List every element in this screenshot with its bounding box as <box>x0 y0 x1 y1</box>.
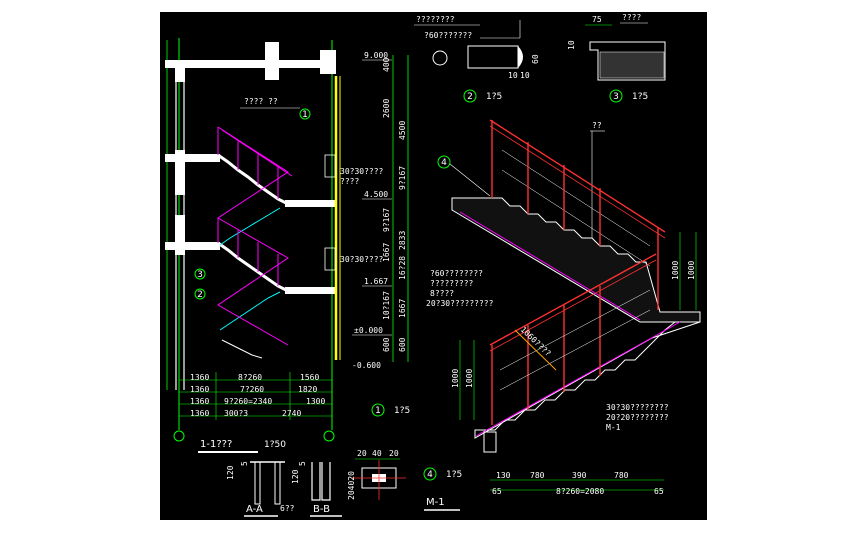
column-top <box>265 42 279 80</box>
callout-bubble-top-number: 1 <box>302 110 308 120</box>
plan-row-1-left: 1360 <box>190 373 209 382</box>
vdim-600-b: 600 <box>398 337 407 352</box>
iso-bdim-3: 390 <box>572 471 587 480</box>
plan-row-2-right: 1820 <box>298 385 317 394</box>
vdim-4500: 4500 <box>398 121 407 140</box>
iso-bdim-end-left: 65 <box>492 487 502 496</box>
vdim-2600: 2600 <box>382 99 391 118</box>
d3-label: ???? <box>622 13 641 22</box>
vdim-600-a: 600 <box>382 337 391 352</box>
bb-label: B-B <box>313 504 330 515</box>
plan-row-4-mid: 300?3 <box>224 409 248 418</box>
vdim-9167-a: 9?167 <box>398 166 407 190</box>
bb-dim-120: 120 <box>291 469 300 484</box>
iso-hdim-4: 1000 <box>465 369 474 388</box>
vdim-400: 400 <box>382 57 391 72</box>
iso-bdim-4: 780 <box>614 471 629 480</box>
iso-note-right-2: 20?20???????? <box>606 413 669 422</box>
plan-row-2-left: 1360 <box>190 385 209 394</box>
iso-note-left-3: 8???? <box>430 289 454 298</box>
vdim-2833: 2833 <box>398 231 407 250</box>
detail4-number: 4 <box>427 470 433 480</box>
vdim-10167: 10?167 <box>382 291 391 320</box>
plan-row-3-mid: 9?260=2340 <box>224 397 272 406</box>
column-top-right <box>320 50 336 74</box>
iso-note-right-3: M-1 <box>606 423 621 432</box>
detail2-scale: 1?5 <box>486 92 502 102</box>
plan-row-2-mid: 7?260 <box>240 385 264 394</box>
iso-note-left-1: ?60???????? <box>430 269 483 278</box>
d4-dim-1: 20 <box>357 449 367 458</box>
elevation-4500: 4.500 <box>364 190 388 199</box>
d2-dim-1: 10 <box>508 71 518 80</box>
iso-note-left-4: 20?30????????? <box>426 299 494 308</box>
slab-2 <box>285 200 335 207</box>
iso-note-right-1: 30?30???????? <box>606 403 669 412</box>
plan-row-3-left: 1360 <box>190 397 209 406</box>
aa-sublabel: 6?? <box>280 504 295 513</box>
detail1-scale: 1?5 <box>394 406 410 416</box>
plan-row-1-mid: 8?260 <box>238 373 262 382</box>
m1-title: M-1 <box>426 497 445 508</box>
iso-bdim-end-right: 65 <box>654 487 664 496</box>
vdim-1667-a: 1667 <box>382 243 391 262</box>
d2-dim-2: 10 <box>520 71 530 80</box>
section-scale: 1?50 <box>264 440 286 450</box>
iso-note-left-2: ????????? <box>430 279 474 288</box>
d3-hatch <box>599 51 665 79</box>
callout-upper-line2: ???? <box>340 177 359 186</box>
wall-top-left <box>175 62 185 82</box>
section-title: 1-1??? <box>200 439 232 450</box>
iso-bdim-2: 780 <box>530 471 545 480</box>
iso-hdim-1: 1000 <box>671 261 680 280</box>
vdim-9167-b: 9?167 <box>382 208 391 232</box>
d2-title: ???????? <box>416 15 455 24</box>
cad-drawing: 1 ???? ?? 3 2 30?30???? ???? 30?30???? 9… <box>160 12 707 520</box>
d4-side-dims: 204020 <box>347 471 356 500</box>
detail3-scale: 1?5 <box>632 92 648 102</box>
d3-dim-side: 10 <box>567 40 576 50</box>
d4-dim-3: 20 <box>389 449 399 458</box>
elevation-1667: 1.667 <box>364 277 388 286</box>
callout-lower-label: 30?30???? <box>340 255 384 264</box>
aa-dim-5: 5 <box>240 461 249 466</box>
detail1-number: 1 <box>375 406 381 416</box>
callout-upper-line1: 30?30???? <box>340 167 384 176</box>
bb-dim-5: 5 <box>298 461 307 466</box>
detail2-number: 2 <box>467 92 473 102</box>
vdim-1667-b: 1667 <box>398 299 407 318</box>
plan-row-1-right: 1560 <box>300 373 319 382</box>
iso-bdim-1: 130 <box>496 471 511 480</box>
d2-dim-3: 60 <box>531 54 540 64</box>
vdim-1628: 16?28 <box>398 256 407 280</box>
iso-mark-top: ?? <box>592 121 602 130</box>
slab-3 <box>285 287 335 294</box>
detail4-scale: 1?5 <box>446 470 462 480</box>
aa-dim-120: 120 <box>226 465 235 480</box>
plan-row-4-right: 2740 <box>282 409 301 418</box>
slab-top <box>165 60 335 68</box>
callout-bubble-3-number: 3 <box>197 270 203 280</box>
d3-dim-top: 75 <box>592 15 602 24</box>
d4-dim-2: 40 <box>372 449 382 458</box>
landing-1 <box>165 154 220 162</box>
d2-label: ?60??????? <box>424 31 472 40</box>
iso-hdim-2: 1000 <box>687 261 696 280</box>
detail3-number: 3 <box>613 92 619 102</box>
iso-bdim-total: 8?260=2080 <box>556 487 604 496</box>
plan-row-3-right: 1300 <box>306 397 325 406</box>
iso-hdim-3: 1000 <box>451 369 460 388</box>
elevation-minus-0600: -0.600 <box>352 361 381 370</box>
plan-row-4-left: 1360 <box>190 409 209 418</box>
landing-2 <box>165 242 220 250</box>
aa-label: A-A <box>246 504 263 515</box>
callout-bubble-2-number: 2 <box>197 290 203 300</box>
iso-balloon-number: 4 <box>441 158 447 168</box>
elevation-0000: ±0.000 <box>354 326 383 335</box>
callout-top-label: ???? ?? <box>244 97 278 106</box>
